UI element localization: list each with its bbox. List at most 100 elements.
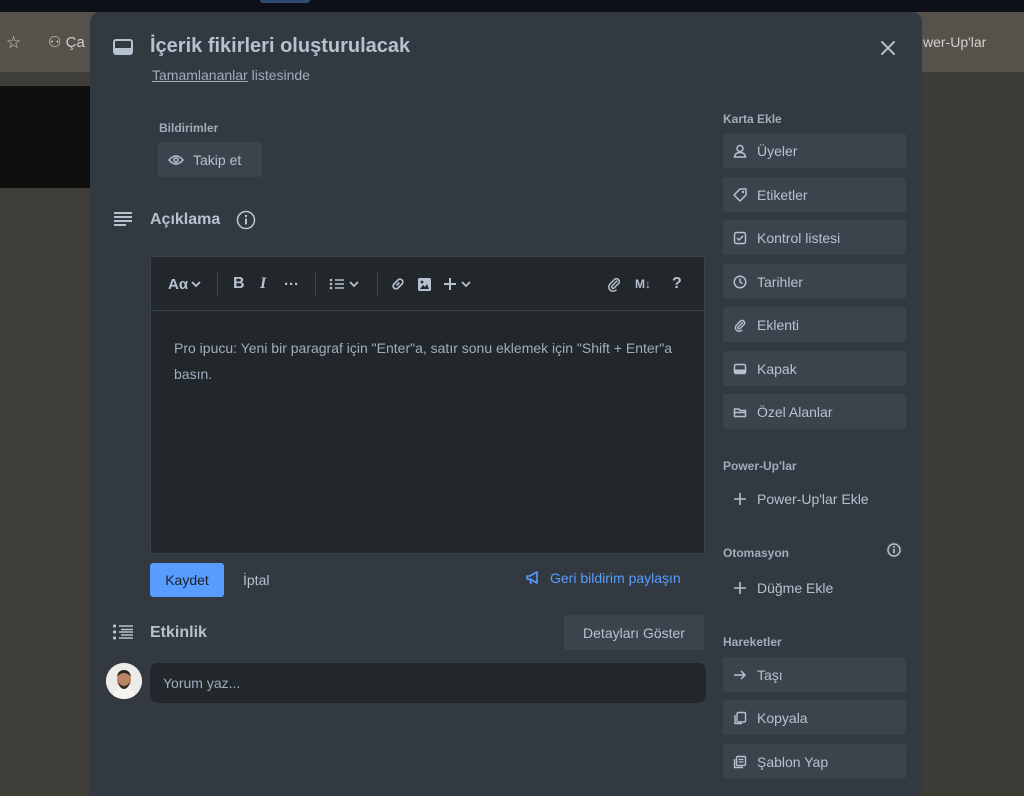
- people-icon: ⚇: [48, 34, 62, 51]
- feedback-link[interactable]: Geri bildirim paylaşın: [526, 566, 681, 590]
- board-right-area: [922, 72, 1024, 796]
- watch-label: Takip et: [193, 151, 242, 168]
- paperclip-icon: [608, 277, 621, 292]
- more-formatting-button[interactable]: ···: [284, 274, 299, 294]
- description-editor[interactable]: Aα B I ··· M↓ ? Pro ipucu: Yeni bir para…: [150, 256, 705, 554]
- markdown-button[interactable]: M↓: [635, 274, 651, 294]
- paperclip-icon: [733, 318, 747, 332]
- avatar[interactable]: [106, 663, 142, 699]
- watch-button[interactable]: Takip et: [158, 142, 262, 177]
- powerups-heading: Power-Up'lar: [723, 459, 797, 473]
- text-style-label: Aα: [168, 275, 189, 293]
- top-bar-indicator: [260, 0, 310, 3]
- cover-button[interactable]: Kapak: [723, 351, 906, 386]
- app-top-bar: [0, 0, 1024, 12]
- board-powerups-label[interactable]: wer-Up'lar: [923, 34, 986, 50]
- link-button[interactable]: [390, 274, 406, 294]
- show-details-button[interactable]: Detayları Göster: [564, 615, 704, 650]
- help-button[interactable]: ?: [672, 274, 682, 294]
- cancel-button[interactable]: İptal: [235, 563, 277, 597]
- add-powerups-label: Power-Up'lar Ekle: [757, 490, 869, 507]
- tag-icon: [733, 187, 747, 202]
- eye-icon: [168, 154, 184, 166]
- card-cover-icon: [733, 362, 747, 376]
- toolbar-divider: [315, 271, 316, 297]
- italic-button[interactable]: I: [260, 274, 266, 294]
- star-icon[interactable]: ☆: [6, 33, 21, 53]
- info-icon[interactable]: [236, 210, 256, 230]
- save-button[interactable]: Kaydet: [150, 563, 224, 597]
- activity-heading: Etkinlik: [150, 624, 207, 641]
- checklist-button[interactable]: Kontrol listesi: [723, 220, 906, 255]
- plus-icon: [733, 581, 747, 595]
- dates-button[interactable]: Tarihler: [723, 264, 906, 299]
- automation-heading: Otomasyon: [723, 546, 790, 560]
- clock-icon: [733, 274, 747, 289]
- card-icon: [112, 38, 134, 56]
- image-icon: [418, 277, 431, 291]
- custom-fields-label: Özel Alanlar: [757, 403, 833, 420]
- arrow-right-icon: [733, 668, 747, 682]
- toolbar-divider: [217, 271, 218, 297]
- description-heading: Açıklama: [150, 211, 221, 228]
- labels-button[interactable]: Etiketler: [723, 177, 906, 212]
- activity-icon: [112, 623, 134, 641]
- bullet-list-icon: [329, 278, 344, 290]
- make-template-button[interactable]: Şablon Yap: [723, 744, 906, 779]
- move-label: Taşı: [757, 666, 783, 683]
- insert-button[interactable]: [443, 274, 471, 294]
- feedback-label: Geri bildirim paylaşın: [550, 570, 681, 586]
- add-powerups-button[interactable]: Power-Up'lar Ekle: [723, 481, 906, 516]
- board-visibility-item[interactable]: ⚇ Ça: [48, 33, 85, 51]
- members-label: Üyeler: [757, 142, 798, 159]
- toolbar-divider: [377, 271, 378, 297]
- add-button-label: Düğme Ekle: [757, 579, 834, 596]
- checklist-label: Kontrol listesi: [757, 229, 841, 246]
- dates-label: Tarihler: [757, 273, 803, 290]
- custom-field-icon: [733, 405, 747, 419]
- add-to-card-heading: Karta Ekle: [723, 112, 782, 126]
- chevron-down-icon: [349, 281, 359, 288]
- person-icon: [733, 144, 747, 158]
- text-style-button[interactable]: Aα: [168, 274, 201, 294]
- attachment-label: Eklenti: [757, 316, 800, 333]
- members-button[interactable]: Üyeler: [723, 133, 906, 168]
- attachment-button[interactable]: [606, 274, 622, 294]
- card-detail-modal: İçerik fikirleri oluşturulacak Tamamlana…: [90, 12, 922, 796]
- list-link[interactable]: Tamamlananlar: [152, 67, 248, 83]
- actions-heading: Hareketler: [723, 635, 782, 649]
- description-icon: [113, 211, 133, 227]
- plus-icon: [444, 278, 456, 290]
- board-header-left-label: Ça: [65, 34, 85, 51]
- close-icon[interactable]: [874, 34, 902, 62]
- bold-button[interactable]: B: [233, 274, 245, 294]
- plus-icon: [733, 492, 747, 506]
- notifications-heading: Bildirimler: [159, 121, 219, 135]
- megaphone-icon: [526, 571, 540, 585]
- card-title[interactable]: İçerik fikirleri oluşturulacak: [150, 35, 410, 58]
- list-suffix: listesinde: [247, 67, 310, 83]
- attachment-sidebar-button[interactable]: Eklenti: [723, 307, 906, 342]
- copy-button[interactable]: Kopyala: [723, 700, 906, 735]
- template-icon: [733, 755, 747, 769]
- add-button-button[interactable]: Düğme Ekle: [723, 570, 906, 605]
- custom-fields-button[interactable]: Özel Alanlar: [723, 394, 906, 429]
- info-icon[interactable]: [885, 541, 903, 559]
- link-icon: [392, 278, 404, 290]
- editor-placeholder[interactable]: Pro ipucu: Yeni bir paragraf için "Enter…: [174, 335, 684, 387]
- board-list-dark: [0, 86, 90, 188]
- image-button[interactable]: [417, 274, 432, 294]
- copy-icon: [733, 711, 747, 725]
- checkbox-icon: [733, 231, 747, 245]
- make-template-label: Şablon Yap: [757, 753, 829, 770]
- copy-label: Kopyala: [757, 709, 808, 726]
- chevron-down-icon: [191, 281, 201, 288]
- labels-label: Etiketler: [757, 186, 808, 203]
- chevron-down-icon: [461, 281, 471, 288]
- cover-label: Kapak: [757, 360, 797, 377]
- move-button[interactable]: Taşı: [723, 657, 906, 692]
- editor-toolbar: Aα B I ··· M↓ ?: [151, 257, 704, 311]
- comment-input[interactable]: Yorum yaz...: [150, 663, 706, 703]
- card-list-info: Tamamlananlar listesinde: [152, 67, 310, 83]
- list-button[interactable]: [329, 274, 359, 294]
